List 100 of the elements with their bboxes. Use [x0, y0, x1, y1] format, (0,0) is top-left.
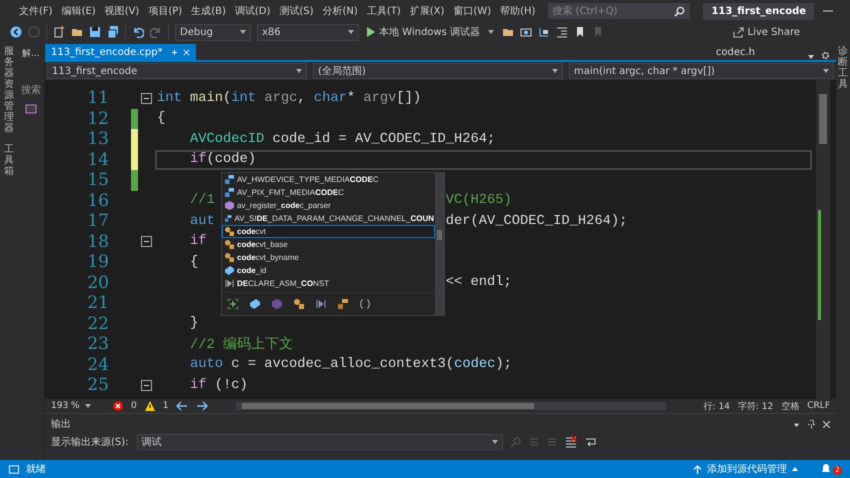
- indent-mode[interactable]: 空格: [781, 400, 800, 412]
- completion-item[interactable]: DECLARE_ASM_CONST: [222, 277, 435, 290]
- filter-icon[interactable]: [294, 299, 304, 309]
- new-item-icon[interactable]: [53, 26, 65, 38]
- source-control-button[interactable]: 添加到源代码管理: [693, 462, 798, 476]
- search-icon[interactable]: [674, 6, 686, 16]
- completion-item[interactable]: code_id: [222, 264, 435, 277]
- line-number: 16: [86, 190, 110, 211]
- code-line: AVCodecID code_id = AV_CODEC_ID_H264;: [189, 132, 496, 147]
- line-number: 12: [86, 108, 110, 129]
- scrollbar[interactable]: [435, 173, 444, 315]
- tab-list-icon[interactable]: [807, 52, 815, 60]
- save-icon[interactable]: [89, 26, 101, 38]
- word-wrap-icon[interactable]: [584, 436, 597, 448]
- line-ending[interactable]: CRLF: [807, 401, 830, 411]
- completion-item[interactable]: AV_PIX_FMT_MEDIACODEC: [222, 186, 435, 199]
- filter-icon[interactable]: [360, 299, 370, 309]
- member-dropdown[interactable]: main(int argc, char * argv[]): [569, 63, 834, 79]
- line-number: 20: [86, 272, 110, 293]
- horizontal-scrollbar[interactable]: [236, 402, 666, 410]
- output-source-dropdown[interactable]: 调试: [136, 434, 503, 450]
- menu-item[interactable]: 工具(T): [366, 4, 401, 18]
- completion-item[interactable]: codecvt: [222, 225, 435, 238]
- error-icon: [113, 401, 123, 411]
- code-line: if(code): [189, 152, 256, 168]
- caret-icon: [296, 69, 302, 73]
- collapse-icon[interactable]: [141, 236, 152, 248]
- completion-item[interactable]: codecvt_byname: [222, 251, 435, 264]
- line-number: 24: [86, 354, 110, 375]
- filter-icon[interactable]: [228, 299, 238, 309]
- menu-item[interactable]: 帮助(H): [500, 4, 536, 18]
- line-number: 18: [86, 232, 110, 252]
- completion-item[interactable]: av_register_codec_parser: [222, 199, 435, 212]
- filter-icon[interactable]: [250, 299, 260, 309]
- code-line: aut: [189, 214, 215, 229]
- forward-arrow-icon[interactable]: [196, 401, 208, 411]
- indent-icon[interactable]: [556, 26, 568, 38]
- search-label: 搜索: [21, 84, 41, 97]
- class-icon: [225, 227, 234, 236]
- search-field[interactable]: 搜索 (Ctrl+Q): [548, 3, 672, 19]
- filter-icon[interactable]: [338, 299, 348, 309]
- menu-item[interactable]: 窗口(W): [453, 4, 492, 18]
- vertical-scrollbar[interactable]: [816, 80, 830, 399]
- up-arrow-icon: [693, 464, 702, 474]
- solution-explorer-tab[interactable]: 解...: [22, 42, 40, 65]
- side-panel-tab[interactable]: 诊断工具: [838, 46, 848, 90]
- redo-icon[interactable]: [150, 26, 162, 38]
- collapse-icon[interactable]: [141, 92, 152, 104]
- filter-icon[interactable]: [316, 299, 326, 309]
- cube-icon: [225, 201, 234, 210]
- line-number: 17: [86, 211, 110, 232]
- save-all-icon[interactable]: [107, 26, 119, 38]
- line-number: 25: [86, 375, 110, 396]
- open-folder-icon[interactable]: [71, 26, 83, 38]
- line-number: 11: [86, 88, 110, 108]
- line-position: 行: 14: [704, 400, 730, 412]
- settings-icon[interactable]: [821, 51, 830, 60]
- clear-all-icon[interactable]: [564, 436, 577, 448]
- bookmark-icon[interactable]: [574, 26, 586, 38]
- folder-icon[interactable]: [502, 26, 514, 38]
- project-dropdown[interactable]: 113_first_encode: [47, 63, 307, 79]
- completion-item[interactable]: AV_HWDEVICE_TYPE_MEDIACODEC: [222, 173, 435, 186]
- document-tab[interactable]: codec.h: [710, 44, 761, 60]
- completion-item[interactable]: AV_SIDE_DATA_PARAM_CHANGE_CHANNEL_COUN: [222, 212, 435, 225]
- menu-item[interactable]: 视图(V): [104, 4, 140, 18]
- menu-item[interactable]: 编辑(E): [62, 4, 96, 18]
- run-button[interactable]: 本地 Windows 调试器: [365, 25, 496, 39]
- caret-icon: [792, 467, 798, 471]
- completion-item[interactable]: codecvt_base: [222, 238, 435, 251]
- zoom-dropdown[interactable]: 193 %: [51, 401, 91, 411]
- close-icon[interactable]: [823, 420, 830, 428]
- code-line: }: [189, 316, 198, 332]
- dropdown-icon[interactable]: [793, 420, 800, 428]
- error-count[interactable]: 0: [131, 401, 137, 411]
- enum-member-icon: [225, 214, 232, 223]
- live-share-button[interactable]: Live Share: [732, 26, 840, 38]
- back-icon[interactable]: [10, 26, 22, 38]
- warning-count[interactable]: 1: [162, 401, 168, 411]
- collapse-icon[interactable]: [141, 380, 152, 391]
- scope-dropdown[interactable]: (全局范围): [313, 63, 563, 79]
- menu-item[interactable]: 调试(D): [234, 4, 270, 18]
- platform-dropdown[interactable]: x86: [257, 24, 359, 40]
- side-panel-tab[interactable]: 工具箱: [4, 144, 14, 177]
- bell-icon[interactable]: [820, 463, 832, 475]
- menu-item[interactable]: 扩展(X): [410, 4, 444, 18]
- side-panel-tab[interactable]: 服务器资源管理器: [4, 46, 14, 134]
- caret-icon: [488, 30, 494, 34]
- menu-item[interactable]: 项目(P): [148, 4, 182, 18]
- line-number: 22: [86, 314, 110, 334]
- back-arrow-icon[interactable]: [176, 401, 188, 411]
- menu-item[interactable]: 生成(B): [191, 4, 226, 18]
- camera-icon[interactable]: [520, 26, 532, 38]
- menu-item[interactable]: 分析(N): [322, 4, 358, 18]
- enum-member-icon: [225, 188, 234, 197]
- configuration-dropdown[interactable]: Debug: [175, 24, 251, 40]
- undo-icon[interactable]: [132, 26, 144, 38]
- menu-item[interactable]: 测试(S): [279, 4, 314, 18]
- menu-item[interactable]: 文件(F): [19, 4, 53, 18]
- caret-icon: [823, 69, 829, 73]
- code-editor[interactable]: [45, 80, 836, 399]
